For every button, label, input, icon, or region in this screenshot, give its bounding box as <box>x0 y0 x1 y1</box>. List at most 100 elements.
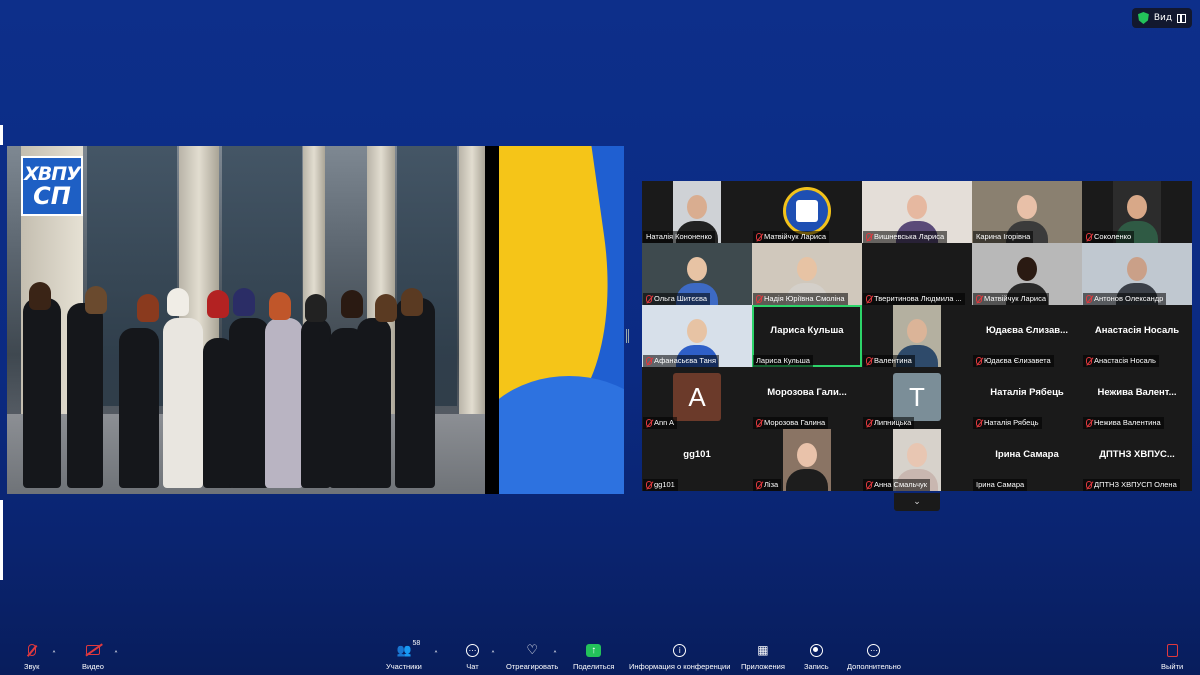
leave-button[interactable]: Выйти <box>1161 642 1183 671</box>
participant-tile[interactable]: Наталія Рябець Наталія Рябець <box>972 367 1082 429</box>
participant-tile[interactable]: Антонов Олександр <box>1082 243 1192 305</box>
mic-muted-icon <box>1086 419 1092 427</box>
video-button[interactable]: Видео <box>82 642 104 671</box>
audio-label: Звук <box>24 662 40 671</box>
meeting-info-button[interactable]: i Информация о конференции <box>629 642 730 671</box>
chat-icon: ⋯ <box>466 643 479 657</box>
college-emblem-avatar <box>783 187 831 235</box>
shared-photo: ХВПУ СП <box>7 146 485 494</box>
participant-name-tag: gg101 <box>643 479 678 491</box>
share-button[interactable]: ↑ Поделиться <box>573 642 614 671</box>
participant-tile[interactable]: Тверитинова Людмила ... <box>862 243 972 305</box>
participant-name-tag: Нежива Валентина <box>1083 417 1164 429</box>
apps-icon: ▦ <box>757 643 769 657</box>
view-button[interactable]: Вид <box>1132 8 1192 28</box>
audio-options-caret[interactable]: ˄ <box>52 650 56 659</box>
participant-tile[interactable]: Наталія Кононенко <box>642 181 752 243</box>
participant-name-tag: Карина Ігорівна <box>973 231 1034 243</box>
logo-text-line2: СП <box>33 181 71 210</box>
participant-tile[interactable]: Афанасьєва Таня <box>642 305 752 367</box>
share-label: Поделиться <box>573 662 615 671</box>
participant-tile[interactable]: Надія Юріївна Смоліна <box>752 243 862 305</box>
mic-muted-icon <box>866 481 872 489</box>
participant-tile[interactable]: Нежива Валент... Нежива Валентина <box>1082 367 1192 429</box>
participant-tile[interactable]: Анна Смальчук <box>862 429 972 491</box>
chat-options-caret[interactable]: ˄ <box>491 650 495 659</box>
participant-name: Надія Юріївна Смоліна <box>764 294 845 303</box>
participant-tile[interactable]: Морозова Гали... Морозова Галина <box>752 367 862 429</box>
participant-tile[interactable]: Ольга Шитєєва <box>642 243 752 305</box>
participant-name-tag: Вишневська Лариса <box>863 231 948 243</box>
apps-label: Приложения <box>741 662 785 671</box>
participant-name: Соколенко <box>1094 232 1132 241</box>
react-options-caret[interactable]: ˄ <box>553 650 557 659</box>
participant-tile[interactable]: ДПТНЗ ХВПУС... ДПТНЗ ХВПУСП Олена <box>1082 429 1192 491</box>
participant-tile[interactable]: gg101 gg101 <box>642 429 752 491</box>
participant-tile[interactable]: Матвійчук Лариса <box>972 243 1082 305</box>
participant-name: Лариса Кульша <box>756 356 810 365</box>
participants-button[interactable]: 👥 58 Участники <box>386 640 422 671</box>
participant-tile[interactable]: Анастасія Носаль Анастасія Носаль <box>1082 305 1192 367</box>
mic-muted-icon <box>976 295 982 303</box>
participant-name-tag: Надія Юріївна Смоліна <box>753 293 848 305</box>
mic-muted-icon <box>646 295 652 303</box>
react-button[interactable]: ♡ Отреагировать <box>506 642 558 671</box>
people-icon: 👥 <box>396 643 412 657</box>
participant-name-tag: Анастасія Носаль <box>1083 355 1159 367</box>
participant-name: Вишневська Лариса <box>874 232 945 241</box>
participants-label: Участники <box>386 662 422 671</box>
participant-name-tag: Лариса Кульша <box>753 355 813 367</box>
participant-tile[interactable]: Вишневська Лариса <box>862 181 972 243</box>
participant-tile[interactable]: Ліза <box>752 429 862 491</box>
participant-name: Наталія Рябець <box>984 418 1039 427</box>
participants-options-caret[interactable]: ˄ <box>434 650 438 659</box>
participant-name-tag: Юдаєва Єлизавета <box>973 355 1054 367</box>
mic-muted-icon <box>1086 481 1092 489</box>
participant-name: Морозова Галина <box>764 418 826 427</box>
participant-name: Ольга Шитєєва <box>654 294 708 303</box>
chat-button[interactable]: ⋯ Чат <box>466 642 479 671</box>
mic-muted-icon <box>756 233 762 241</box>
participant-tile[interactable]: Матвійчук Лариса <box>752 181 862 243</box>
college-logo: ХВПУ СП <box>21 156 83 216</box>
participant-tile[interactable]: Соколенко <box>1082 181 1192 243</box>
audio-button[interactable]: Звук <box>24 642 39 671</box>
mic-muted-icon <box>756 295 762 303</box>
participant-name-tag: Ann A <box>643 417 678 429</box>
grid-icon <box>1177 13 1186 23</box>
participant-name-tag: Матвійчук Лариса <box>973 293 1050 305</box>
participant-tile[interactable]: Юдаєва Єлизав... Юдаєва Єлизавета <box>972 305 1082 367</box>
participant-video <box>783 429 831 491</box>
mic-muted-icon <box>646 481 652 489</box>
mic-muted-icon <box>646 357 652 365</box>
participant-tile[interactable]: Карина Ігорівна <box>972 181 1082 243</box>
participant-name-tag: Валентина <box>863 355 915 367</box>
participant-name: Валентина <box>874 356 912 365</box>
react-label: Отреагировать <box>506 662 559 671</box>
participant-name-tag: Антонов Олександр <box>1083 293 1167 305</box>
participant-tile[interactable]: T Липницька <box>862 367 972 429</box>
flag-graphic <box>499 146 624 494</box>
participant-name: Наталія Кононенко <box>646 232 712 241</box>
participant-name-tag: Морозова Галина <box>753 417 829 429</box>
participant-display-name: gg101 <box>683 448 711 460</box>
participant-tile[interactable]: Ірина Самара Ірина Самара <box>972 429 1082 491</box>
participant-name-tag: Ольга Шитєєва <box>643 293 711 305</box>
mic-muted-icon <box>756 481 762 489</box>
participant-tile[interactable]: Лариса Кульша Лариса Кульша <box>752 305 862 367</box>
participant-display-name: Морозова Гали... <box>767 386 847 398</box>
mic-muted-icon <box>1086 357 1092 365</box>
participant-tile[interactable]: Валентина <box>862 305 972 367</box>
participant-name: Нежива Валентина <box>1094 418 1161 427</box>
gallery-more-button[interactable]: ⌄ <box>894 493 940 511</box>
participant-name: Антонов Олександр <box>1094 294 1164 303</box>
participant-tile[interactable]: A Ann A <box>642 367 752 429</box>
participant-name: Анна Смальчук <box>874 480 928 489</box>
video-options-caret[interactable]: ˄ <box>114 650 118 659</box>
more-button[interactable]: ⋯ Дополнительно <box>847 642 901 671</box>
record-button[interactable]: Запись <box>804 642 829 671</box>
participant-display-name: ДПТНЗ ХВПУС... <box>1099 448 1175 460</box>
resize-handle[interactable] <box>626 329 629 343</box>
apps-button[interactable]: ▦ Приложения <box>741 642 785 671</box>
heart-icon: ♡ <box>526 642 538 657</box>
